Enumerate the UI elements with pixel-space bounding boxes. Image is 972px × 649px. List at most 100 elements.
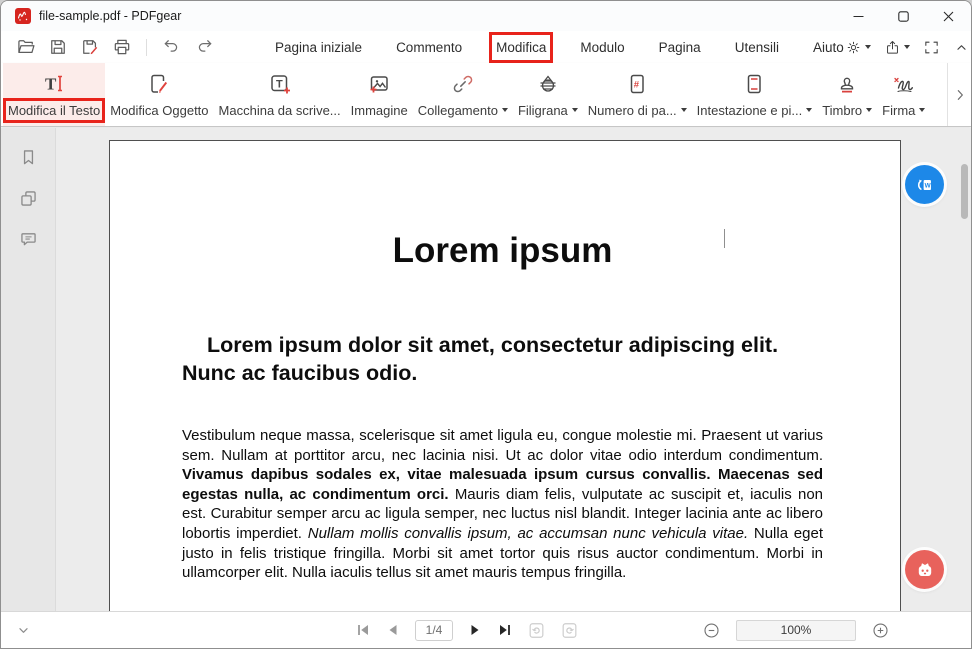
watermark-caret-icon [572,108,578,112]
menu-modifica[interactable]: Modifica [495,38,547,57]
edit-text-icon: T [41,72,67,96]
image-icon [367,72,391,96]
edit-text-label: Modifica il Testo [8,103,100,118]
comments-icon[interactable] [15,226,41,252]
collapse-toolbar-icon[interactable] [953,39,970,56]
document-paragraph: Vestibulum neque massa, scelerisque sit … [182,426,823,583]
next-page-icon[interactable] [467,622,483,638]
edit-object-icon [147,72,171,96]
zoom-in-icon[interactable] [871,621,890,640]
watermark-label: Filigrana [518,103,578,118]
svg-text:T: T [45,74,57,93]
signature-label: Firma [882,103,925,118]
menu-commento[interactable]: Commento [395,38,463,57]
last-page-icon[interactable] [497,622,513,638]
menubar: Pagina iniziale Commento Modifica Modulo… [1,31,971,63]
save-icon[interactable] [45,35,70,60]
quick-access-toolbar [13,35,216,60]
pdf-viewer[interactable]: Lorem ipsum Lorem ipsum dolor sit amet, … [57,128,971,611]
signature-button[interactable]: Firma [877,63,930,126]
next-view-icon[interactable] [560,621,579,640]
previous-page-icon[interactable] [385,622,401,638]
svg-text:#: # [634,79,640,90]
header-footer-icon [742,72,766,96]
header-footer-button[interactable]: Intestazione e pi... [692,63,818,126]
main-menu: Pagina iniziale Commento Modifica Modulo… [274,38,845,57]
image-label: Immagine [351,103,408,118]
edit-object-button[interactable]: Modifica Oggetto [105,63,213,126]
page-number-input[interactable] [415,620,453,641]
menu-pagina[interactable]: Pagina [658,38,702,57]
maximize-icon[interactable] [881,1,926,31]
close-icon[interactable] [926,1,971,31]
menu-aiuto[interactable]: Aiuto [812,38,845,57]
pdfgear-logo-icon [15,8,31,24]
stamp-icon [835,72,859,96]
menubar-right-actions [845,39,970,56]
pdf-page[interactable]: Lorem ipsum Lorem ipsum dolor sit amet, … [109,140,901,611]
body-text-segment: Nullam mollis convallis ipsum, ac accums… [308,525,754,542]
sidebar-collapse-icon[interactable] [15,612,32,648]
theme-button[interactable] [845,39,871,56]
undo-icon[interactable] [159,35,184,60]
menu-pagina-iniziale[interactable]: Pagina iniziale [274,38,363,57]
menu-utensili[interactable]: Utensili [734,38,780,57]
convert-to-word-button[interactable]: W [905,165,944,204]
zoom-out-icon[interactable] [702,621,721,640]
page-number-caret-icon [681,108,687,112]
page-thumbnails-icon[interactable] [15,185,41,211]
titlebar: file-sample.pdf - PDFgear [1,1,971,31]
share-caret-icon [904,45,910,49]
stamp-button[interactable]: Timbro [817,63,877,126]
typewriter-button[interactable]: T Macchina da scrive... [214,63,346,126]
previous-view-icon[interactable] [527,621,546,640]
zoom-controls [702,612,890,648]
bottom-statusbar [1,611,971,648]
print-icon[interactable] [109,35,134,60]
page-number-label: Numero di pa... [588,103,687,118]
document-heading: Lorem ipsum dolor sit amet, consectetur … [182,332,823,387]
vertical-scrollbar[interactable] [961,164,968,219]
left-panel [1,128,56,611]
stamp-label: Timbro [822,103,872,118]
edit-text-button[interactable]: T Modifica il Testo [3,63,105,126]
toolbar-overflow-button[interactable] [947,63,971,126]
robot-icon [913,558,937,582]
share-button[interactable] [884,39,910,56]
page-number-button[interactable]: # Numero di pa... [583,63,692,126]
document-title: Lorem ipsum [182,231,823,271]
theme-caret-icon [865,45,871,49]
page-navigation [355,612,579,648]
body-text-segment: Vestibulum neque massa, scelerisque sit … [182,427,823,464]
watermark-button[interactable]: Filigrana [513,63,583,126]
link-button[interactable]: Collegamento [413,63,513,126]
signature-caret-icon [919,108,925,112]
typewriter-icon: T [268,72,292,96]
edit-object-label: Modifica Oggetto [110,103,208,118]
menu-modulo[interactable]: Modulo [579,38,625,57]
image-button[interactable]: Immagine [346,63,413,126]
app-window: file-sample.pdf - PDFgear [0,0,972,649]
svg-text:T: T [276,78,283,90]
header-footer-caret-icon [806,108,812,112]
first-page-icon[interactable] [355,622,371,638]
svg-text:W: W [924,182,931,189]
open-file-icon[interactable] [13,35,38,60]
bookmarks-icon[interactable] [15,144,41,170]
zoom-level-input[interactable] [736,620,856,641]
typewriter-label: Macchina da scrive... [219,103,341,118]
link-label: Collegamento [418,103,508,118]
signature-icon [891,72,917,96]
window-title: file-sample.pdf - PDFgear [39,9,181,23]
toolbar-divider [146,39,147,56]
save-as-icon[interactable] [77,35,102,60]
minimize-icon[interactable] [836,1,881,31]
stamp-caret-icon [866,108,872,112]
ai-assistant-button[interactable] [905,550,944,589]
chevron-right-icon [952,87,968,103]
redo-icon[interactable] [191,35,216,60]
window-controls [836,1,971,31]
link-caret-icon [502,108,508,112]
page-number-icon: # [625,72,649,96]
fullscreen-icon[interactable] [923,39,940,56]
